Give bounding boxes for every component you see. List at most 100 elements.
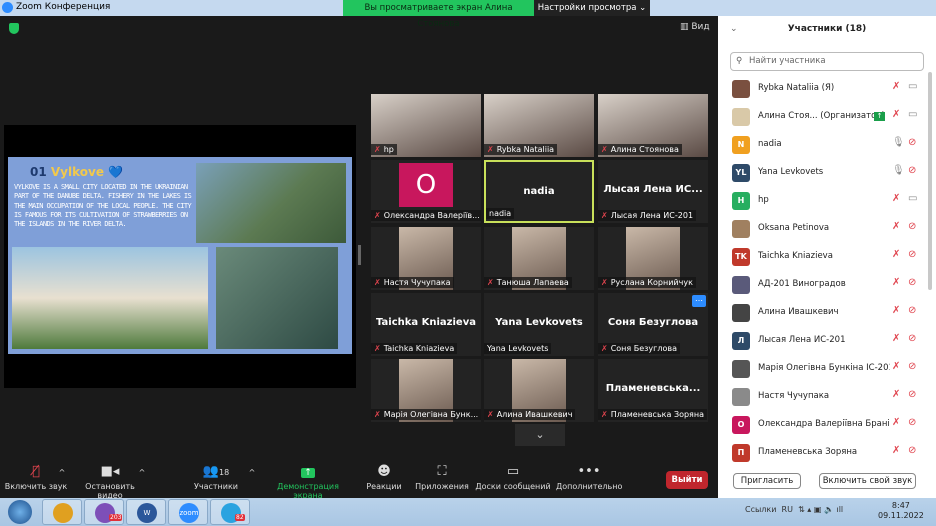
invite-button[interactable]: Пригласить bbox=[733, 473, 801, 489]
avatar: YL bbox=[732, 164, 750, 182]
participant-name: hp bbox=[758, 195, 769, 205]
video-tile[interactable]: Yana Levkovets Yana Levkovets bbox=[484, 293, 594, 356]
time: 8:47 bbox=[891, 501, 910, 510]
participant-row[interactable]: АД-201 Виноградов ✗ ⊘ bbox=[718, 271, 928, 299]
participant-name: nadia bbox=[758, 139, 782, 149]
participant-row[interactable]: H hp ✗ ▭ bbox=[718, 187, 928, 215]
video-tile[interactable]: ✗ Руслана Корнийчук bbox=[598, 227, 708, 290]
apps-button[interactable]: ⛶ Приложения bbox=[414, 462, 470, 491]
smiley-icon: ☻ bbox=[377, 464, 391, 479]
video-tile[interactable]: ✗ Марія Олегівна Бунк... bbox=[371, 359, 481, 422]
slide-photo-house bbox=[12, 247, 208, 349]
participant-row[interactable]: N nadia 🎙 ⊘ bbox=[718, 131, 928, 159]
participant-row[interactable]: TK Taichka Kniazieva ✗ ⊘ bbox=[718, 243, 928, 271]
participant-row[interactable]: Алина Ивашкевич ✗ ⊘ bbox=[718, 299, 928, 327]
participant-row[interactable]: Oksana Petinova ✗ ⊘ bbox=[718, 215, 928, 243]
reactions-button[interactable]: ☻ Реакции bbox=[362, 462, 406, 491]
tile-name: Танюша Лапаева bbox=[496, 278, 569, 287]
panel-title: Участники (18) bbox=[787, 24, 867, 34]
video-tile[interactable]: ✗ Rybka Nataliia bbox=[484, 94, 594, 157]
window-title: Zoom Конференция bbox=[16, 2, 111, 12]
more-options-icon[interactable]: … bbox=[692, 295, 706, 307]
share-screen-button[interactable]: ↑ Демонстрация экрана bbox=[262, 462, 354, 500]
participant-row[interactable]: Настя Чучупака ✗ ⊘ bbox=[718, 383, 928, 411]
video-tile[interactable]: ✗ hp bbox=[371, 94, 481, 157]
participant-row[interactable]: П Пламеневська Зоряна ✗ ⊘ bbox=[718, 439, 928, 467]
participant-avatar: O bbox=[399, 163, 453, 207]
participant-search-input[interactable]: ⚲ Найти участника bbox=[730, 52, 924, 71]
tray-icons[interactable]: ⇅ ▴ ▣ 🔈 ıll bbox=[798, 505, 843, 514]
taskbar-app-viber[interactable]: 203 bbox=[84, 499, 124, 525]
video-tile[interactable]: ✗ Танюша Лапаева bbox=[484, 227, 594, 290]
start-button[interactable] bbox=[8, 500, 32, 524]
camera-off-icon: ⊘ bbox=[908, 361, 917, 372]
video-tile[interactable]: ✗ Алина Стоянова bbox=[598, 94, 708, 157]
tile-name: Пламеневська Зоряна bbox=[610, 410, 704, 419]
view-label: Вид bbox=[691, 22, 710, 32]
tile-label: ✗ Rybka Nataliia bbox=[484, 144, 558, 155]
video-tile[interactable]: Лысая Лена ИС... ✗ Лысая Лена ИС-201 bbox=[598, 160, 708, 223]
video-tile[interactable]: Taichka Kniazieva ✗ Taichka Kniazieva bbox=[371, 293, 481, 356]
video-tile[interactable]: nadia nadia bbox=[484, 160, 594, 223]
links-toolbar[interactable]: Ссылки bbox=[745, 505, 776, 514]
mic-muted-icon: ✗ bbox=[487, 410, 494, 419]
participants-icon: 👥18 bbox=[202, 464, 230, 479]
tile-label: ✗ Марія Олегівна Бунк... bbox=[371, 409, 481, 420]
taskbar-app-word[interactable]: W bbox=[126, 499, 166, 525]
participant-row[interactable]: Rybka Nataliia (Я) ✗ ▭ bbox=[718, 75, 928, 103]
participant-row[interactable]: YL Yana Levkovets 🎙 ⊘ bbox=[718, 159, 928, 187]
participant-row[interactable]: O Олександра Валеріївна Браніш ✗ ⊘ bbox=[718, 411, 928, 439]
next-page-chevron-down-icon[interactable]: ⌄ bbox=[515, 424, 565, 446]
view-options-button[interactable]: Настройки просмотра ⌄ bbox=[534, 0, 650, 16]
tile-name: nadia bbox=[489, 209, 512, 218]
taskbar-app-chrome[interactable] bbox=[42, 499, 82, 525]
camera-off-icon: ⊘ bbox=[908, 417, 917, 428]
avatar: N bbox=[732, 136, 750, 154]
slide-title: 01 Vylkove 💙 bbox=[30, 165, 124, 179]
participants-chevron-icon[interactable]: ^ bbox=[246, 468, 258, 477]
tile-name: Алина Стоянова bbox=[610, 145, 679, 154]
mic-icon: 🎙 bbox=[892, 137, 905, 148]
participant-display-name: Taichka Kniazieva bbox=[376, 317, 476, 328]
tile-label: ✗ Пламеневська Зоряна bbox=[598, 409, 707, 420]
participants-button[interactable]: 👥18 Участники bbox=[186, 462, 246, 491]
mic-muted-icon: ✗ bbox=[892, 361, 901, 372]
mic-muted-icon: ✗ bbox=[892, 305, 901, 316]
shield-icon[interactable] bbox=[9, 23, 19, 34]
video-tile[interactable]: Пламеневська... ✗ Пламеневська Зоряна bbox=[598, 359, 708, 422]
mic-muted-icon: ✗ bbox=[601, 278, 608, 287]
view-button[interactable]: ▥ Вид bbox=[680, 22, 710, 32]
camera-icon: ▭ bbox=[908, 81, 918, 92]
tile-name: Руслана Корнийчук bbox=[610, 278, 693, 287]
more-button[interactable]: ••• Дополнительно bbox=[556, 462, 622, 491]
participant-row[interactable]: Л Лысая Лена ИС-201 ✗ ⊘ bbox=[718, 327, 928, 355]
camera-off-icon: ⊘ bbox=[908, 137, 917, 148]
video-options-chevron-icon[interactable]: ^ bbox=[136, 468, 148, 477]
video-tile[interactable]: ✗ Алина Ивашкевич bbox=[484, 359, 594, 422]
language-indicator[interactable]: RU bbox=[782, 505, 793, 514]
mic-muted-icon: ✗ bbox=[601, 145, 608, 154]
tile-name: Марія Олегівна Бунк... bbox=[383, 410, 479, 419]
participant-row[interactable]: Алина Стоя... (Организатор) ↑ ✗ ▭ bbox=[718, 103, 928, 131]
video-tile[interactable]: O ✗ Олександра Валеріїв... bbox=[371, 160, 481, 223]
taskbar-app-zoom[interactable]: zoom bbox=[168, 499, 208, 525]
taskbar-app-telegram[interactable]: 82 bbox=[210, 499, 250, 525]
clock[interactable]: 8:47 09.11.2022 bbox=[878, 501, 924, 521]
meeting-toolbar: 🎙̸ Включить звук ^ ■◂ Остановить видео ^ 👥… bbox=[0, 462, 718, 500]
split-handle[interactable] bbox=[358, 245, 361, 265]
mic-muted-icon: ✗ bbox=[892, 221, 901, 232]
mic-muted-icon: ✗ bbox=[892, 81, 901, 92]
audio-options-chevron-icon[interactable]: ^ bbox=[56, 468, 68, 477]
unmute-me-button[interactable]: Включить свой звук bbox=[819, 473, 916, 489]
leave-button[interactable]: Выйти bbox=[666, 471, 708, 489]
presentation-slide: 01 Vylkove 💙 Vylkove is a small city loc… bbox=[8, 157, 352, 354]
tile-label: ✗ Руслана Корнийчук bbox=[598, 277, 696, 288]
participant-name: Алина Ивашкевич bbox=[758, 307, 839, 317]
whiteboards-label: Доски сообщений bbox=[475, 482, 551, 491]
tile-label: ✗ Настя Чучупака bbox=[371, 277, 454, 288]
whiteboards-button[interactable]: ▭ Доски сообщений bbox=[474, 462, 552, 491]
video-tile[interactable]: ✗ Настя Чучупака bbox=[371, 227, 481, 290]
mic-muted-icon: ✗ bbox=[374, 145, 381, 154]
panel-scrollbar[interactable] bbox=[928, 72, 932, 290]
participant-row[interactable]: Марія Олегівна Бункіна ІС-201 ✗ ⊘ bbox=[718, 355, 928, 383]
